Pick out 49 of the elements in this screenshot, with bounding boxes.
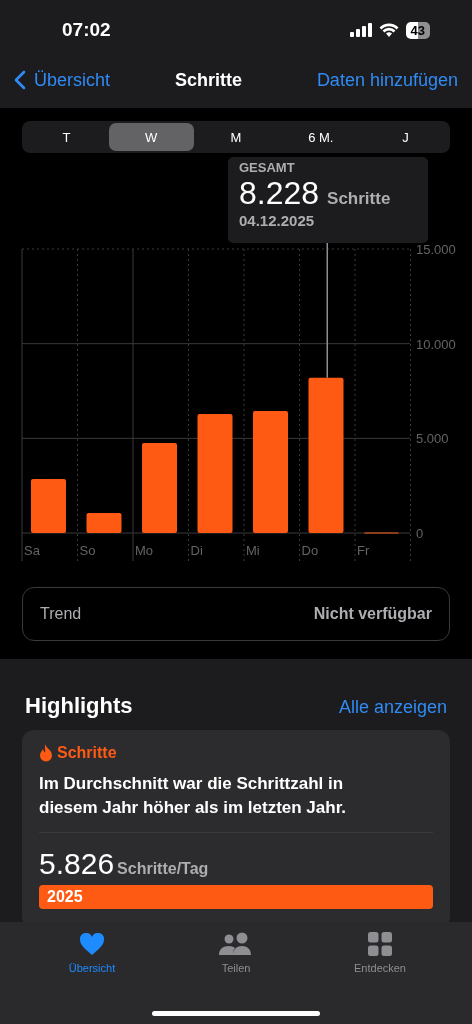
bar — [86, 512, 122, 533]
add-data-link[interactable]: Daten hinzufügen — [316, 69, 458, 91]
grid-icon — [368, 932, 392, 956]
highlight-card[interactable]: Schritte Im Durchschnitt war die Schrittzahl in diesem Jahr höher als im letzten Jahr. 5.826 Schritte/Tag 2025 — [22, 730, 450, 922]
axis-day-label: Do — [301, 543, 319, 558]
signal-icon — [349, 23, 372, 37]
back-button[interactable]: Übersicht — [14, 69, 111, 91]
axis-tick-label: 10.000 — [416, 336, 456, 352]
bar — [31, 479, 66, 533]
tooltip-label: GESAMT — [239, 160, 295, 175]
tooltip-value: 8.228 — [239, 175, 320, 212]
page-title: Schritte — [174, 69, 242, 91]
back-label: Übersicht — [34, 69, 111, 91]
axis-day-label: Di — [190, 543, 203, 558]
chevron-left-icon — [14, 70, 26, 90]
trend-row[interactable]: Trend Nicht verfügbar — [22, 587, 450, 641]
period-tab[interactable]: M — [193, 123, 279, 151]
flame-icon — [39, 744, 53, 762]
battery-indicator: 43 — [405, 21, 430, 39]
section-title: Highlights — [25, 693, 133, 719]
tab-bar-item[interactable]: Übersicht — [42, 932, 142, 974]
show-all-link[interactable]: Alle anzeigen — [338, 697, 447, 718]
status-time: 07:02 — [62, 19, 111, 41]
wifi-icon — [378, 23, 399, 37]
trend-value: Nicht verfügbar — [313, 605, 432, 623]
axis-day-label: Mo — [135, 543, 154, 558]
period-tab[interactable]: J — [363, 123, 448, 151]
axis-tick-label: 15.000 — [416, 243, 456, 257]
period-tab[interactable]: 6 M. — [278, 123, 364, 151]
tab-bar-item[interactable]: Entdecken — [330, 932, 430, 974]
axis-tick-label: 5.000 — [416, 431, 449, 447]
people-icon — [219, 932, 253, 956]
axis-day-label: So — [79, 543, 96, 558]
axis-day-label: Mi — [246, 543, 260, 558]
trend-label: Trend — [40, 605, 82, 623]
axis-day-label: Fr — [357, 543, 370, 558]
period-tab[interactable]: T — [24, 123, 109, 151]
highlight-text: Im Durchschnitt war die Schrittzahl in diesem Jahr höher als im letzten Jahr. — [39, 773, 348, 819]
category-label: Schritte — [57, 744, 117, 762]
year-bar: 2025 — [39, 885, 433, 909]
tooltip-date: 04.12.2025 — [239, 212, 315, 229]
axis-day-label: Sa — [24, 543, 40, 558]
average-unit: Schritte/Tag — [117, 860, 209, 878]
tab-bar-item[interactable]: Teilen — [186, 932, 286, 974]
period-tab[interactable]: W — [108, 123, 194, 151]
average-value: 5.826 — [39, 847, 115, 881]
axis-tick-label: 0 — [416, 526, 424, 541]
tooltip-unit: Schritte — [327, 189, 391, 209]
heart-icon — [79, 932, 105, 956]
